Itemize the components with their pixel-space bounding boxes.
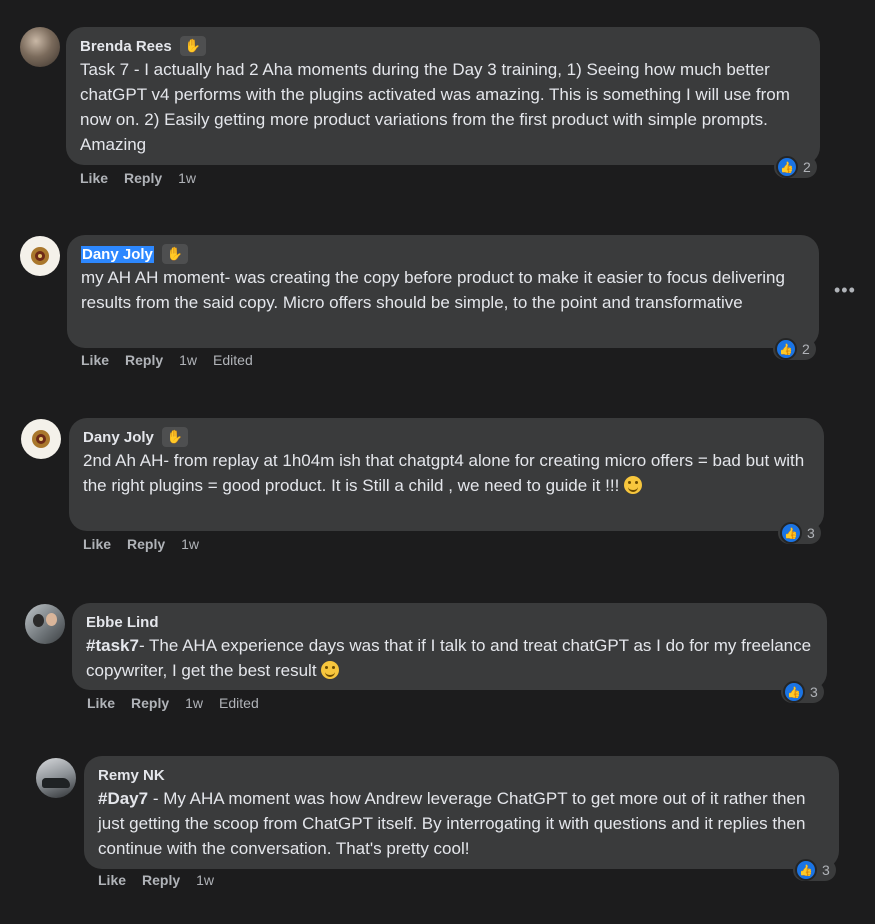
timestamp[interactable]: 1w (185, 695, 203, 711)
edited-label: Edited (213, 352, 253, 368)
more-options-icon[interactable]: ••• (834, 280, 856, 301)
waving-hand-icon: ✋ (161, 244, 188, 264)
thumbs-up-icon: 👍 (783, 681, 805, 703)
comment-actions: Like Reply 1w (98, 872, 230, 888)
edited-label: Edited (219, 695, 259, 711)
reply-button[interactable]: Reply (131, 695, 169, 711)
reply-button[interactable]: Reply (125, 352, 163, 368)
comment-author[interactable]: Brenda Rees (80, 38, 172, 55)
like-button[interactable]: Like (80, 170, 108, 186)
thumbs-up-icon: 👍 (780, 522, 802, 544)
comment-actions: Like Reply 1w (83, 536, 215, 552)
comment-author[interactable]: Remy NK (98, 767, 165, 784)
waving-hand-icon: ✋ (179, 36, 206, 56)
hashtag-link[interactable]: #task7 (86, 636, 139, 655)
reaction-count: 3 (807, 525, 815, 541)
reply-button[interactable]: Reply (124, 170, 162, 186)
waving-hand-icon: ✋ (161, 427, 188, 447)
comment-bubble: Dany Joly ✋ 2nd Ah AH- from replay at 1h… (69, 418, 824, 531)
thumbs-up-icon: 👍 (775, 338, 797, 360)
comment-author[interactable]: Dany Joly (81, 245, 154, 263)
avatar[interactable] (20, 27, 60, 67)
timestamp[interactable]: 1w (179, 352, 197, 368)
comment-text: Task 7 - I actually had 2 Aha moments du… (80, 60, 790, 154)
avatar[interactable] (21, 419, 61, 459)
reaction-summary[interactable]: 👍 3 (781, 681, 824, 703)
like-button[interactable]: Like (98, 872, 126, 888)
comment-actions: Like Reply 1w Edited (81, 352, 269, 368)
like-button[interactable]: Like (87, 695, 115, 711)
timestamp[interactable]: 1w (178, 170, 196, 186)
comment-text-wrap: #Day7 - My AHA moment was how Andrew lev… (98, 786, 825, 861)
like-button[interactable]: Like (81, 352, 109, 368)
comment-text-wrap: 2nd Ah AH- from replay at 1h04m ish that… (83, 448, 810, 498)
smiling-face-emoji (321, 661, 340, 679)
thumbs-up-icon: 👍 (795, 859, 817, 881)
reply-button[interactable]: Reply (142, 872, 180, 888)
comment-actions: Like Reply 1w (80, 170, 212, 186)
comment-author[interactable]: Dany Joly (83, 429, 154, 446)
reaction-summary[interactable]: 👍 3 (793, 859, 836, 881)
comment-text: - The AHA experience days was that if I … (86, 636, 812, 680)
comment-author[interactable]: Ebbe Lind (86, 614, 159, 631)
comment-bubble: Dany Joly ✋ my AH AH moment- was creatin… (67, 235, 819, 348)
reaction-count: 3 (810, 684, 818, 700)
hashtag-link[interactable]: #Day7 (98, 789, 148, 808)
timestamp[interactable]: 1w (196, 872, 214, 888)
like-button[interactable]: Like (83, 536, 111, 552)
reaction-summary[interactable]: 👍 2 (774, 156, 817, 178)
comment-text: - My AHA moment was how Andrew leverage … (98, 789, 806, 858)
grinning-face-emoji (624, 476, 643, 494)
reaction-summary[interactable]: 👍 3 (778, 522, 821, 544)
comment-text-wrap: #task7- The AHA experience days was that… (86, 633, 813, 683)
avatar[interactable] (25, 604, 65, 644)
comment-bubble: Remy NK #Day7 - My AHA moment was how An… (84, 756, 839, 869)
comment-text: 2nd Ah AH- from replay at 1h04m ish that… (83, 451, 805, 495)
timestamp[interactable]: 1w (181, 536, 199, 552)
reaction-summary[interactable]: 👍 2 (773, 338, 816, 360)
reaction-count: 2 (802, 341, 810, 357)
comment-bubble: Ebbe Lind #task7- The AHA experience day… (72, 603, 827, 690)
reply-button[interactable]: Reply (127, 536, 165, 552)
thumbs-up-icon: 👍 (776, 156, 798, 178)
reaction-count: 2 (803, 159, 811, 175)
reaction-count: 3 (822, 862, 830, 878)
avatar[interactable] (36, 758, 76, 798)
comment-text: my AH AH moment- was creating the copy b… (81, 268, 785, 312)
comment-bubble: Brenda Rees ✋ Task 7 - I actually had 2 … (66, 27, 820, 165)
avatar[interactable] (20, 236, 60, 276)
comment-actions: Like Reply 1w Edited (87, 695, 275, 711)
